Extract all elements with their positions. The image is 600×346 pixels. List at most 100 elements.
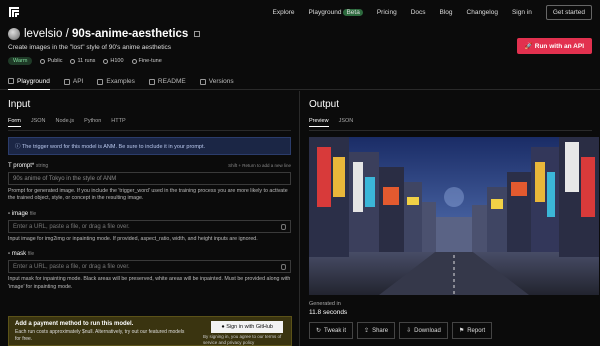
trigger-word-notice: ⓘ The trigger word for this model is ANM… xyxy=(8,137,291,155)
payment-banner: Add a payment method to run this model. … xyxy=(8,316,292,346)
image-input[interactable]: Enter a URL, paste a file, or drag a fil… xyxy=(8,219,291,233)
output-image[interactable] xyxy=(309,137,599,295)
download-icon: ⇩ xyxy=(406,328,412,334)
output-panel: Output Preview JSON Generated in 11.8 se… xyxy=(301,91,600,346)
chip-icon xyxy=(103,58,109,64)
prompt-hint: Shift + Return to add a new line xyxy=(228,163,291,168)
input-title: Input xyxy=(8,99,31,110)
run-with-api-button[interactable]: 🚀 Run with an API xyxy=(516,38,592,54)
mask-label: mask xyxy=(11,251,27,258)
subtab-nodejs[interactable]: Node.js xyxy=(56,118,75,127)
output-title: Output xyxy=(309,99,340,110)
notice-text: The trigger word for this model is ANM. … xyxy=(21,144,206,150)
subtab-python[interactable]: Python xyxy=(84,118,101,127)
model-description: Create images in the "lost" style of 90'… xyxy=(8,44,172,51)
github-signin-note: By signing in, you agree to our terms of… xyxy=(203,334,282,345)
report-label[interactable]: Report xyxy=(467,328,485,334)
nav-docs[interactable]: Docs xyxy=(411,9,426,16)
tab-examples[interactable]: Examples xyxy=(97,74,135,90)
image-placeholder[interactable]: Enter a URL, paste a file, or drag a fil… xyxy=(13,224,130,230)
image-type: file xyxy=(29,210,37,217)
model-name[interactable]: 90s-anime-aesthetics xyxy=(72,28,188,40)
title-separator: / xyxy=(65,28,69,40)
get-started-button[interactable]: Get started xyxy=(545,5,592,20)
tab-api-label[interactable]: API xyxy=(73,78,83,85)
share-button[interactable]: ⇪ Share xyxy=(357,322,396,339)
paperclip-icon[interactable] xyxy=(281,264,286,271)
tab-readme[interactable]: README xyxy=(148,74,186,90)
tweak-label[interactable]: Tweak it xyxy=(324,328,346,334)
nav-playground[interactable]: Playground Beta xyxy=(309,9,363,16)
tab-versions-label[interactable]: Versions xyxy=(209,78,234,85)
paperclip-icon[interactable] xyxy=(281,223,286,230)
mask-input[interactable]: Enter a URL, paste a file, or drag a fil… xyxy=(8,260,291,274)
sparkle-icon xyxy=(131,58,137,64)
nav-signin[interactable]: Sign in xyxy=(512,9,532,16)
visibility-info: Public xyxy=(40,58,62,64)
nav-blog[interactable]: Blog xyxy=(440,9,453,16)
mask-type: file xyxy=(27,251,35,258)
beta-badge: Beta xyxy=(343,9,363,16)
github-signin-label[interactable]: Sign in with GitHub xyxy=(226,324,273,330)
image-description: Input image for img2img or inpainting mo… xyxy=(8,235,258,242)
output-actions: ↻ Tweak it ⇪ Share ⇩ Download ⚑ Report xyxy=(309,322,592,339)
tweak-button[interactable]: ↻ Tweak it xyxy=(309,322,354,339)
subtab-form[interactable]: Form xyxy=(8,118,21,127)
tab-playground-label[interactable]: Playground xyxy=(17,78,50,85)
tab-playground[interactable]: Playground xyxy=(8,74,50,90)
input-subtabs: Form JSON Node.js Python HTTP xyxy=(8,118,291,131)
generated-time: 11.8 seconds xyxy=(309,309,348,316)
run-with-api-label[interactable]: Run with an API xyxy=(535,43,584,50)
nav-changelog[interactable]: Changelog xyxy=(467,9,498,16)
tab-examples-label[interactable]: Examples xyxy=(106,78,135,85)
avatar[interactable] xyxy=(8,28,20,40)
page-title: levelsio / 90s-anime-aesthetics xyxy=(24,28,188,40)
download-button[interactable]: ⇩ Download xyxy=(399,322,448,339)
prompt-input[interactable]: 90s anime of Tokyo in the style of ANM xyxy=(8,172,291,185)
prompt-label: prompt* xyxy=(13,163,35,169)
prompt-type: string xyxy=(35,163,49,169)
model-tabs: Playground API Examples README Versions xyxy=(0,74,600,90)
subtab-json[interactable]: JSON xyxy=(31,118,46,127)
copy-icon[interactable] xyxy=(194,31,201,37)
download-label[interactable]: Download xyxy=(414,328,441,334)
hardware-label: H100 xyxy=(110,58,124,64)
mask-placeholder[interactable]: Enter a URL, paste a file, or drag a fil… xyxy=(13,264,130,270)
report-button[interactable]: ⚑ Report xyxy=(451,322,493,339)
nav-playground-label[interactable]: Playground xyxy=(309,9,342,16)
share-label[interactable]: Share xyxy=(372,328,388,334)
model-header: levelsio / 90s-anime-aesthetics Create i… xyxy=(8,28,201,65)
nav-explore[interactable]: Explore xyxy=(273,9,295,16)
model-owner[interactable]: levelsio xyxy=(24,28,62,40)
finetune-label[interactable]: Fine-tune xyxy=(139,58,162,64)
main-nav: Explore Playground Beta Pricing Docs Blog… xyxy=(273,5,592,20)
tab-versions[interactable]: Versions xyxy=(199,74,234,90)
prompt-label-row: T prompt* string Shift + Return to add a… xyxy=(8,163,291,169)
runs-label: 11 runs xyxy=(77,58,96,64)
subtab-preview[interactable]: Preview xyxy=(309,118,329,127)
image-label: image xyxy=(11,210,29,217)
report-icon: ⚑ xyxy=(458,328,465,334)
info-icon: ⓘ xyxy=(15,144,22,150)
prompt-description: Prompt for generated image. If you inclu… xyxy=(8,188,288,202)
model-meta: Warm Public 11 runs H100 Fine-tune xyxy=(8,57,200,65)
replicate-logo[interactable] xyxy=(8,6,20,18)
clock-icon xyxy=(199,78,206,85)
play-icon xyxy=(8,78,14,84)
grid-icon xyxy=(97,78,104,85)
finetune-link[interactable]: Fine-tune xyxy=(131,58,162,64)
hardware-info: H100 xyxy=(103,58,124,64)
generated-label: Generated in xyxy=(309,301,341,307)
share-icon: ⇪ xyxy=(364,328,370,334)
tab-readme-label[interactable]: README xyxy=(158,78,186,85)
subtab-output-json[interactable]: JSON xyxy=(339,118,354,127)
image-label-row: ▫ image file xyxy=(8,211,291,217)
mask-label-row: ▫ mask file xyxy=(8,251,291,257)
input-panel: Input Form JSON Node.js Python HTTP ⓘ Th… xyxy=(0,91,300,346)
prompt-value[interactable]: 90s anime of Tokyo in the style of ANM xyxy=(13,176,116,182)
github-signin-button[interactable]: ● Sign in with GitHub xyxy=(211,321,283,333)
nav-pricing[interactable]: Pricing xyxy=(377,9,397,16)
subtab-http[interactable]: HTTP xyxy=(111,118,125,127)
tab-api[interactable]: API xyxy=(63,74,83,90)
payment-description: Each run costs approximately $null. Alte… xyxy=(15,329,185,342)
